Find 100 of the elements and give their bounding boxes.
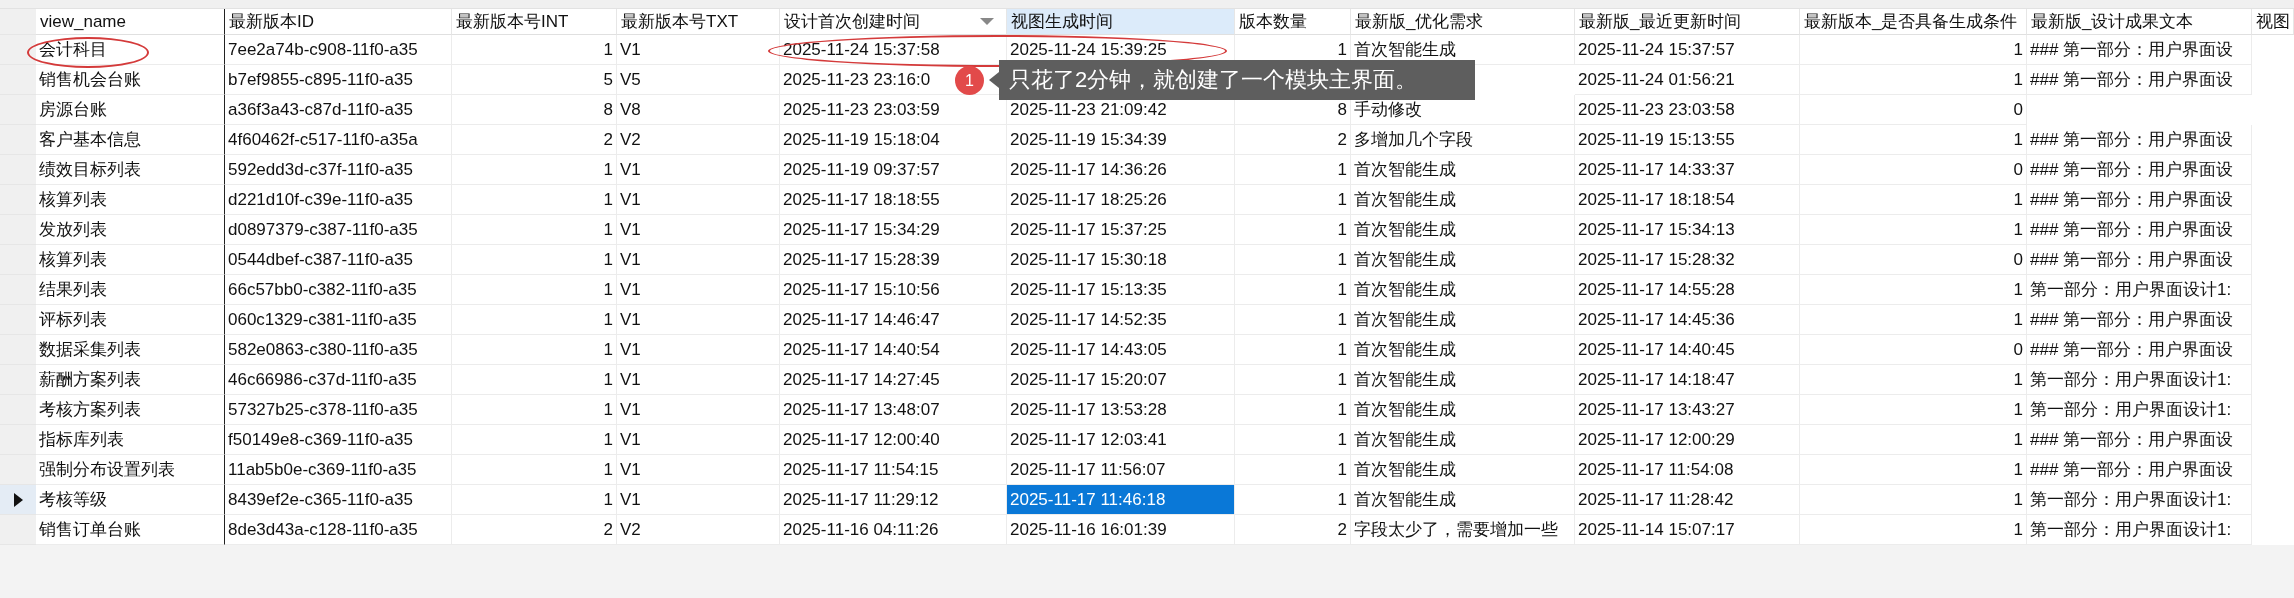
table-cell: 1 [452, 35, 617, 65]
table-cell: V1 [617, 35, 780, 65]
table-cell: 首次智能生成 [1351, 245, 1575, 275]
table-cell: 1 [452, 425, 617, 455]
table-cell: 1 [1800, 365, 2027, 395]
table-cell: 会计科目 [36, 35, 225, 65]
table-cell: 0544dbef-c387-11f0-a35 [225, 245, 452, 275]
table-cell: V5 [617, 65, 780, 95]
table-cell: 考核方案列表 [36, 395, 225, 425]
table-cell: 2 [1235, 125, 1351, 155]
table-cell: V1 [617, 215, 780, 245]
table-cell: 1 [1800, 485, 2027, 515]
table-cell: 强制分布设置列表 [36, 455, 225, 485]
table-cell: ### 第一部分：用户界面设 [2027, 65, 2252, 95]
table-cell: 2025-11-19 15:18:04 [780, 125, 1007, 155]
column-header[interactable]: 最新版_最近更新时间 [1575, 9, 1800, 35]
table-cell: V1 [617, 335, 780, 365]
table-cell: 绩效目标列表 [36, 155, 225, 185]
table-cell: 2025-11-17 14:45:36 [1575, 305, 1800, 335]
column-header[interactable]: 最新版_设计成果文本 [2027, 9, 2252, 35]
table-cell: 1 [452, 335, 617, 365]
table-cell: 多增加几个字段 [1351, 125, 1575, 155]
table-cell: 客户基本信息 [36, 125, 225, 155]
table-cell: 1 [1800, 185, 2027, 215]
table-cell: 薪酬方案列表 [36, 365, 225, 395]
table-cell: 1 [1235, 395, 1351, 425]
table-cell: 1 [1235, 215, 1351, 245]
table-cell: ### 第一部分：用户界面设 [2027, 425, 2252, 455]
table-cell: 2025-11-24 01:56:21 [1575, 65, 1800, 95]
table-cell: 2025-11-16 16:01:39 [1007, 515, 1235, 545]
table-cell: 1 [1800, 215, 2027, 245]
table-cell: 2025-11-17 18:18:54 [1575, 185, 1800, 215]
table-cell: 5 [452, 65, 617, 95]
table-cell: V1 [617, 275, 780, 305]
table-cell: 1 [1235, 305, 1351, 335]
table-cell: 2025-11-17 14:46:47 [780, 305, 1007, 335]
table-cell: 060c1329-c381-11f0-a35 [225, 305, 452, 335]
table-cell: 2025-11-17 15:20:07 [1007, 365, 1235, 395]
table-cell: 销售机会台账 [36, 65, 225, 95]
table-cell: V1 [617, 305, 780, 335]
table-cell: 1 [452, 245, 617, 275]
table-cell: 第一部分：用户界面设计1: [2027, 485, 2252, 515]
table-cell: 首次智能生成 [1351, 185, 1575, 215]
table-cell: 2025-11-17 14:33:37 [1575, 155, 1800, 185]
table-cell: 1 [1235, 485, 1351, 515]
table-cell: 11ab5b0e-c369-11f0-a35 [225, 455, 452, 485]
table-cell: 2025-11-17 11:29:12 [780, 485, 1007, 515]
table-cell: 考核等级 [36, 485, 225, 515]
table-cell: 1 [1235, 185, 1351, 215]
table-cell: 2025-11-17 14:43:05 [1007, 335, 1235, 365]
table-cell: 2025-11-17 14:40:54 [780, 335, 1007, 365]
table-cell: 1 [1235, 455, 1351, 485]
column-header[interactable]: 最新版本号INT [452, 9, 617, 35]
table-cell: 2025-11-17 13:48:07 [780, 395, 1007, 425]
column-header[interactable]: 设计首次创建时间 [780, 9, 1007, 35]
table-cell: 1 [452, 215, 617, 245]
table-cell: 2025-11-19 15:34:39 [1007, 125, 1235, 155]
column-header[interactable]: 视图生成时间 [1007, 9, 1235, 35]
column-header[interactable]: 最新版本号TXT [617, 9, 780, 35]
table-cell: 2025-11-17 12:00:40 [780, 425, 1007, 455]
table-cell: 2025-11-17 14:40:45 [1575, 335, 1800, 365]
table-cell: ### 第一部分：用户界面设 [2027, 335, 2252, 365]
table-cell: 2025-11-17 11:28:42 [1575, 485, 1800, 515]
table-cell: 销售订单台账 [36, 515, 225, 545]
table-cell: 评标列表 [36, 305, 225, 335]
table-cell: 首次智能生成 [1351, 155, 1575, 185]
table-cell: 2025-11-17 12:00:29 [1575, 425, 1800, 455]
column-header[interactable]: 视图 [2252, 9, 2294, 35]
table-cell: 首次智能生成 [1351, 365, 1575, 395]
table-cell: V2 [617, 125, 780, 155]
table-cell: 2025-11-17 13:53:28 [1007, 395, 1235, 425]
table-cell: 0 [1800, 335, 2027, 365]
column-header[interactable]: view_name [36, 9, 225, 35]
table-cell: 第一部分：用户界面设计1: [2027, 515, 2252, 545]
table-cell: 2025-11-17 18:18:55 [780, 185, 1007, 215]
table-cell: 字段太少了，需要增加一些 [1351, 515, 1575, 545]
table-cell: V1 [617, 455, 780, 485]
table-cell: 2025-11-17 14:55:28 [1575, 275, 1800, 305]
table-cell: 1 [452, 185, 617, 215]
row-header[interactable] [0, 485, 36, 515]
column-header[interactable]: 最新版_优化需求 [1351, 9, 1575, 35]
table-cell: 2025-11-17 11:54:15 [780, 455, 1007, 485]
table-cell: 1 [1235, 155, 1351, 185]
table-cell: 2025-11-24 15:37:57 [1575, 35, 1800, 65]
table-cell: 2025-11-17 14:27:45 [780, 365, 1007, 395]
column-header[interactable]: 最新版本ID [225, 9, 452, 35]
table-cell: 核算列表 [36, 245, 225, 275]
column-header[interactable]: 版本数量 [1235, 9, 1351, 35]
table-cell: ### 第一部分：用户界面设 [2027, 215, 2252, 245]
table-cell: 2025-11-19 09:37:57 [780, 155, 1007, 185]
table-cell: 1 [1235, 335, 1351, 365]
table-cell: b7ef9855-c895-11f0-a35 [225, 65, 452, 95]
table-cell: d0897379-c387-11f0-a35 [225, 215, 452, 245]
table-cell: 582e0863-c380-11f0-a35 [225, 335, 452, 365]
table-cell: 592edd3d-c37f-11f0-a35 [225, 155, 452, 185]
column-header[interactable]: 最新版本_是否具备生成条件 [1800, 9, 2027, 35]
table-cell: 2025-11-19 15:13:55 [1575, 125, 1800, 155]
table-cell: 2025-11-14 15:07:17 [1575, 515, 1800, 545]
table-cell: 1 [1800, 395, 2027, 425]
table-cell: 2025-11-17 15:30:18 [1007, 245, 1235, 275]
